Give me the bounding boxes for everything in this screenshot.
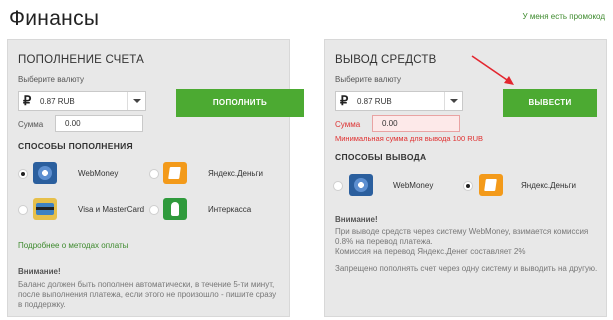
deposit-submit-button[interactable]: ПОПОЛНИТЬ xyxy=(176,89,304,117)
deposit-note-title: Внимание! xyxy=(18,267,61,276)
deposit-note-line: в поддержку. xyxy=(18,300,66,309)
radio-button[interactable] xyxy=(18,205,28,215)
withdraw-currency-label: Выберите валюту xyxy=(335,75,402,84)
radio-button[interactable] xyxy=(463,181,473,191)
ruble-icon: ₽ xyxy=(340,93,349,108)
webmoney-icon xyxy=(33,162,57,184)
deposit-note-line: после выполнения платежа, если этого не … xyxy=(18,290,277,299)
deposit-title: ПОПОЛНЕНИЕ СЧЕТА xyxy=(18,54,145,66)
deposit-amount-label: Сумма xyxy=(18,120,44,129)
yandex-money-icon xyxy=(163,162,187,184)
withdraw-note-line: 0.8% на перевод платежа. xyxy=(335,237,433,246)
yandex-money-icon xyxy=(479,174,503,196)
withdraw-note-extra: Запрещено пополнять счет через одну сист… xyxy=(335,264,598,273)
deposit-panel: ПОПОЛНЕНИЕ СЧЕТА Выберите валюту ₽ 0.87 … xyxy=(7,39,304,317)
withdraw-panel: ВЫВОД СРЕДСТВ Выберите валюту ₽ 0.87 RUB… xyxy=(324,39,607,317)
page-title: Финансы xyxy=(9,7,100,30)
deposit-currency-select[interactable]: ₽ 0.87 RUB xyxy=(18,91,146,111)
withdraw-method-yandex[interactable]: Яндекс.Деньги xyxy=(463,174,598,198)
deposit-method-card[interactable]: Visa и MasterCard xyxy=(18,198,158,222)
deposit-note-line: Баланс должен быть пополнен автоматическ… xyxy=(18,280,275,289)
withdraw-error-text: Минимальная сумма для вывода 100 RUB xyxy=(335,134,484,143)
chevron-down-icon[interactable] xyxy=(444,92,462,110)
chevron-down-icon[interactable] xyxy=(127,92,145,110)
withdraw-submit-button[interactable]: ВЫВЕСТИ xyxy=(503,89,597,117)
ruble-icon: ₽ xyxy=(23,93,32,108)
withdraw-currency-select[interactable]: ₽ 0.87 RUB xyxy=(335,91,463,111)
annotation-arrow-icon xyxy=(471,55,514,85)
promo-code-link[interactable]: У меня есть промокод xyxy=(523,12,605,21)
deposit-method-webmoney[interactable]: WebMoney xyxy=(18,162,138,186)
withdraw-currency-value: 0.87 RUB xyxy=(357,97,392,106)
method-label: Интеркасса xyxy=(208,205,252,214)
method-label: Яндекс.Деньги xyxy=(521,181,576,190)
method-label: WebMoney xyxy=(78,169,119,178)
withdraw-amount-label: Сумма xyxy=(335,120,361,129)
withdraw-note-title: Внимание! xyxy=(335,215,378,224)
deposit-methods-title: СПОСОБЫ ПОПОЛНЕНИЯ xyxy=(18,141,133,151)
deposit-method-interkassa[interactable]: Интеркасса xyxy=(149,198,279,222)
method-label: Яндекс.Деньги xyxy=(208,169,263,178)
method-label: Visa и MasterCard xyxy=(78,205,145,214)
payment-methods-link[interactable]: Подробнее о методах оплаты xyxy=(18,241,128,250)
withdraw-note-line: При выводе средств через систему WebMone… xyxy=(335,227,589,236)
radio-button[interactable] xyxy=(149,169,159,179)
interkassa-icon xyxy=(163,198,187,220)
deposit-method-yandex[interactable]: Яндекс.Деньги xyxy=(149,162,279,186)
radio-button[interactable] xyxy=(333,181,343,191)
webmoney-icon xyxy=(349,174,373,196)
deposit-currency-value: 0.87 RUB xyxy=(40,97,75,106)
withdraw-method-webmoney[interactable]: WebMoney xyxy=(333,174,448,198)
radio-button[interactable] xyxy=(149,205,159,215)
withdraw-note-line: Комиссия на перевод Яндекс.Денег составл… xyxy=(335,247,526,256)
withdraw-amount-input[interactable] xyxy=(372,115,460,132)
method-label: WebMoney xyxy=(393,181,434,190)
deposit-amount-input[interactable] xyxy=(55,115,143,132)
withdraw-title: ВЫВОД СРЕДСТВ xyxy=(335,54,437,66)
bank-card-icon xyxy=(33,198,57,220)
withdraw-methods-title: СПОСОБЫ ВЫВОДА xyxy=(335,152,427,162)
deposit-currency-label: Выберите валюту xyxy=(18,75,85,84)
radio-button[interactable] xyxy=(18,169,28,179)
